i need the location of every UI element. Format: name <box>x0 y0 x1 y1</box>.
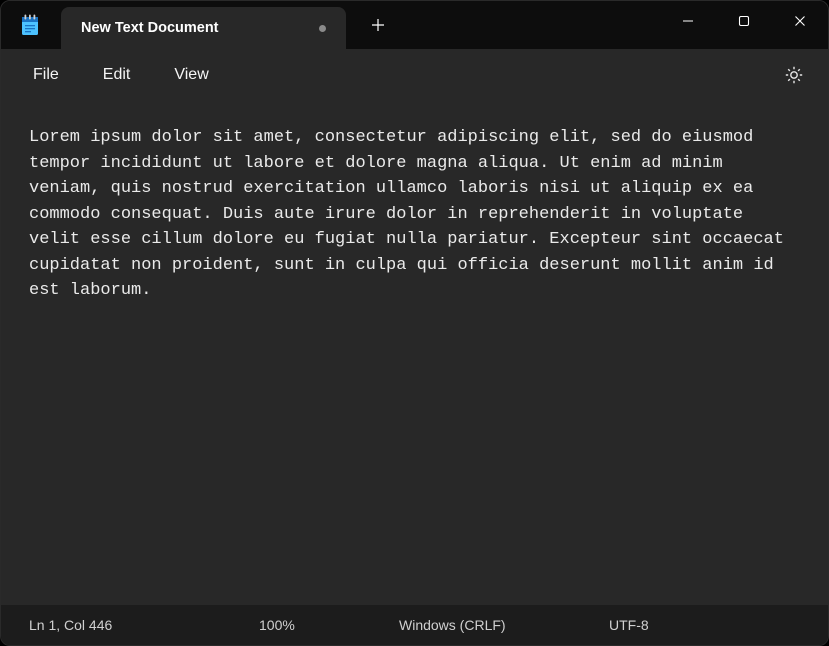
window-controls <box>660 1 828 41</box>
menu-view[interactable]: View <box>156 60 226 90</box>
status-encoding[interactable]: UTF-8 <box>581 605 828 645</box>
status-bar: Ln 1, Col 446 100% Windows (CRLF) UTF-8 <box>1 605 828 645</box>
status-line-ending[interactable]: Windows (CRLF) <box>371 605 581 645</box>
menu-edit[interactable]: Edit <box>85 60 149 90</box>
status-zoom[interactable]: 100% <box>231 605 371 645</box>
modified-indicator-icon[interactable] <box>319 25 326 32</box>
tab-title: New Text Document <box>81 20 219 36</box>
editor-area[interactable]: Lorem ipsum dolor sit amet, consectetur … <box>1 101 828 605</box>
menu-file[interactable]: File <box>15 60 77 90</box>
minimize-button[interactable] <box>660 1 716 41</box>
gear-icon <box>784 65 804 85</box>
menu-bar: File Edit View <box>1 49 828 101</box>
app-window: New Text Document File Edit View <box>0 0 829 646</box>
new-tab-button[interactable] <box>356 3 400 47</box>
maximize-button[interactable] <box>716 1 772 41</box>
notepad-app-icon <box>19 14 41 36</box>
title-bar[interactable]: New Text Document <box>1 1 828 49</box>
settings-button[interactable] <box>774 55 814 95</box>
editor-text[interactable]: Lorem ipsum dolor sit amet, consectetur … <box>29 125 800 304</box>
status-cursor-position[interactable]: Ln 1, Col 446 <box>1 605 231 645</box>
document-tab[interactable]: New Text Document <box>61 7 346 49</box>
close-button[interactable] <box>772 1 828 41</box>
